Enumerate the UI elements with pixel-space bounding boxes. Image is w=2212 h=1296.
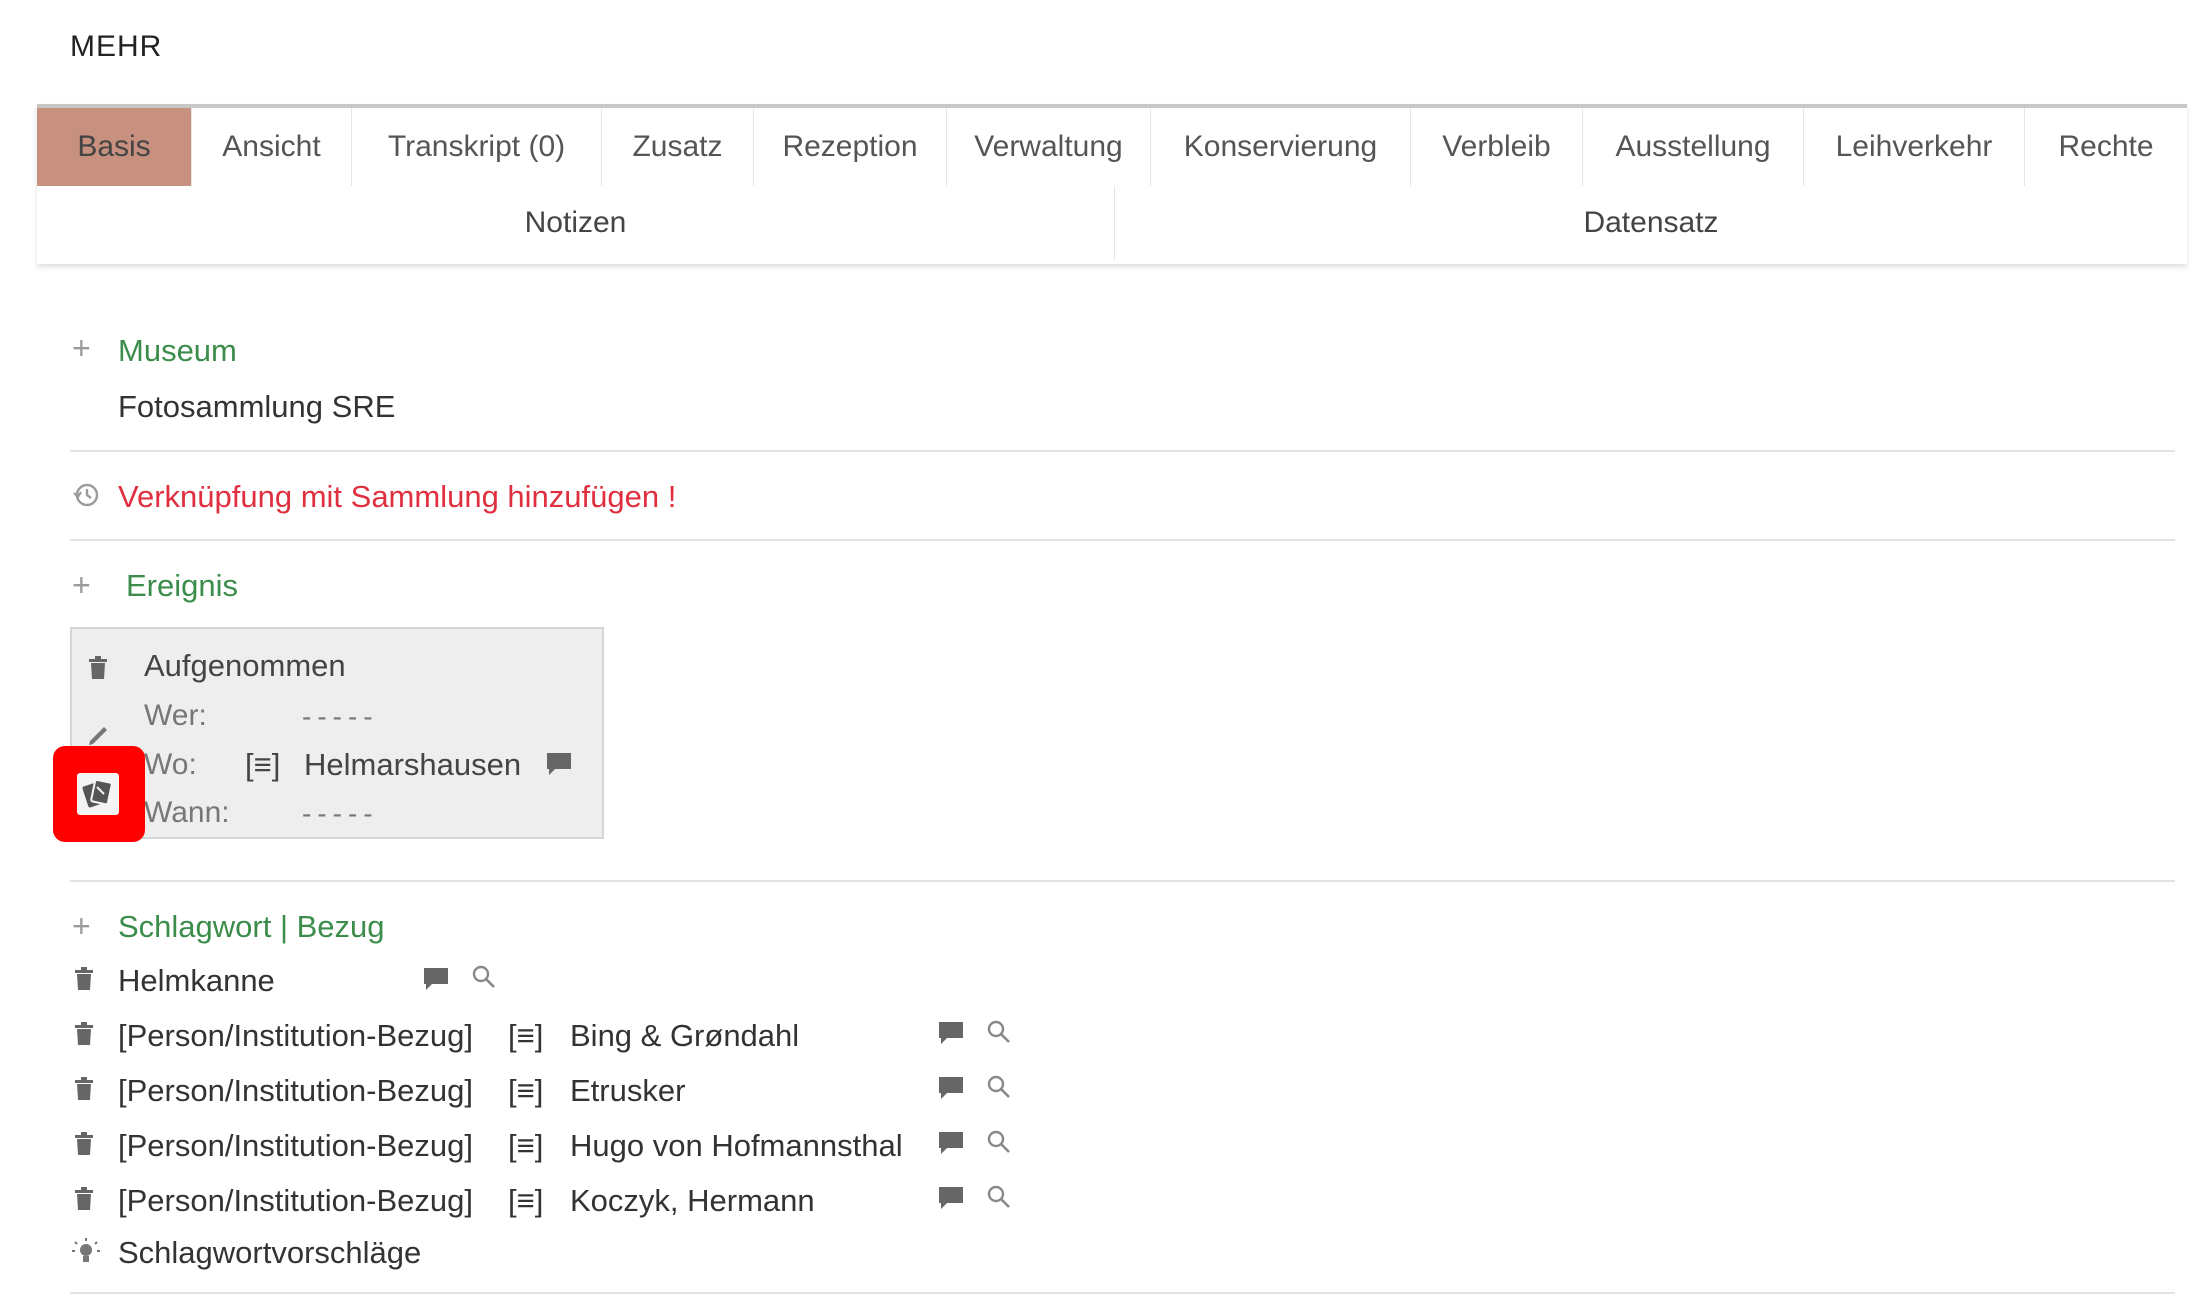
- wo-label: Wo:: [144, 748, 197, 781]
- comment-icon[interactable]: [937, 1185, 965, 1216]
- search-icon[interactable]: [986, 1019, 1012, 1050]
- comment-icon[interactable]: [937, 1130, 965, 1161]
- schlagwort-name: Koczyk, Hermann: [570, 1183, 815, 1218]
- tab-bar: Basis Ansicht Transkript (0) Zusatz Reze…: [37, 104, 2187, 264]
- divider: [70, 1292, 2175, 1294]
- cards-icon-highlight[interactable]: [53, 746, 145, 842]
- event-title: Aufgenommen: [144, 648, 346, 683]
- list-marker[interactable]: [≡]: [508, 1128, 543, 1164]
- tab-leihverkehr[interactable]: Leihverkehr: [1804, 108, 2025, 186]
- page-title: MEHR: [70, 30, 163, 63]
- add-collection-link-warning[interactable]: Verknüpfung mit Sammlung hinzufügen !: [118, 479, 676, 515]
- divider: [70, 539, 2175, 541]
- trash-icon[interactable]: [74, 1132, 94, 1161]
- wann-value: -----: [302, 798, 379, 829]
- comment-icon[interactable]: [545, 751, 573, 782]
- relation-type: [Person/Institution-Bezug]: [118, 1018, 473, 1053]
- search-icon[interactable]: [986, 1074, 1012, 1105]
- tab-zusatz[interactable]: Zusatz: [602, 108, 754, 186]
- tab-konservierung[interactable]: Konservierung: [1151, 108, 1411, 186]
- tab-basis[interactable]: Basis: [37, 108, 192, 186]
- list-marker[interactable]: [≡]: [508, 1073, 543, 1109]
- comment-icon[interactable]: [937, 1075, 965, 1106]
- relation-type: [Person/Institution-Bezug]: [118, 1073, 473, 1108]
- divider: [70, 880, 2175, 882]
- wer-value: -----: [302, 701, 379, 732]
- trash-icon[interactable]: [74, 1022, 94, 1051]
- trash-icon[interactable]: [74, 967, 94, 996]
- tab-ansicht[interactable]: Ansicht: [192, 108, 352, 186]
- tab-datensatz[interactable]: Datensatz: [1115, 186, 2187, 260]
- trash-icon[interactable]: [88, 656, 108, 685]
- add-museum-plus-icon[interactable]: +: [72, 330, 91, 367]
- tab-row-secondary: Notizen Datensatz: [37, 186, 2187, 260]
- list-marker[interactable]: [≡]: [508, 1183, 543, 1219]
- museum-label[interactable]: Museum: [118, 333, 237, 369]
- list-marker[interactable]: [≡]: [508, 1018, 543, 1054]
- schlagwort-label[interactable]: Schlagwort | Bezug: [118, 909, 385, 945]
- schlagwort-name: Helmkanne: [118, 963, 275, 998]
- comment-icon[interactable]: [937, 1020, 965, 1051]
- tab-row-primary: Basis Ansicht Transkript (0) Zusatz Reze…: [37, 108, 2187, 186]
- wer-label: Wer:: [144, 699, 207, 732]
- relation-type: [Person/Institution-Bezug]: [118, 1128, 473, 1163]
- cards-icon-button[interactable]: [77, 773, 119, 815]
- tab-notizen[interactable]: Notizen: [37, 186, 1115, 260]
- schlagwort-name: Etrusker: [570, 1073, 686, 1108]
- history-icon: [72, 481, 100, 514]
- trash-icon[interactable]: [74, 1187, 94, 1216]
- wo-list-marker[interactable]: [≡]: [245, 747, 280, 783]
- search-icon[interactable]: [471, 964, 497, 995]
- cards-icon: [82, 778, 113, 808]
- tab-rechte[interactable]: Rechte: [2025, 108, 2187, 186]
- divider: [70, 450, 2175, 452]
- event-card: Aufgenommen Wer: ----- Wo: [≡] Helmarsha…: [70, 627, 604, 839]
- museum-value: Fotosammlung SRE: [118, 389, 396, 424]
- comment-icon[interactable]: [422, 966, 450, 997]
- tab-rezeption[interactable]: Rezeption: [754, 108, 947, 186]
- schlagwort-suggestions-link[interactable]: Schlagwortvorschläge: [118, 1235, 421, 1271]
- lightbulb-icon: [70, 1236, 102, 1273]
- trash-icon[interactable]: [74, 1077, 94, 1106]
- wo-value: Helmarshausen: [304, 747, 522, 782]
- tab-verwaltung[interactable]: Verwaltung: [947, 108, 1151, 186]
- add-schlagwort-plus-icon[interactable]: +: [72, 908, 91, 945]
- ereignis-label[interactable]: Ereignis: [126, 568, 238, 604]
- schlagwort-name: Bing & Grøndahl: [570, 1018, 800, 1053]
- schlagwort-name: Hugo von Hofmannsthal: [570, 1128, 903, 1163]
- search-icon[interactable]: [986, 1129, 1012, 1160]
- tab-transkript[interactable]: Transkript (0): [352, 108, 602, 186]
- add-ereignis-plus-icon[interactable]: +: [72, 567, 91, 604]
- tab-ausstellung[interactable]: Ausstellung: [1583, 108, 1804, 186]
- relation-type: [Person/Institution-Bezug]: [118, 1183, 473, 1218]
- tab-verbleib[interactable]: Verbleib: [1411, 108, 1583, 186]
- search-icon[interactable]: [986, 1184, 1012, 1215]
- wann-label: Wann:: [144, 796, 230, 829]
